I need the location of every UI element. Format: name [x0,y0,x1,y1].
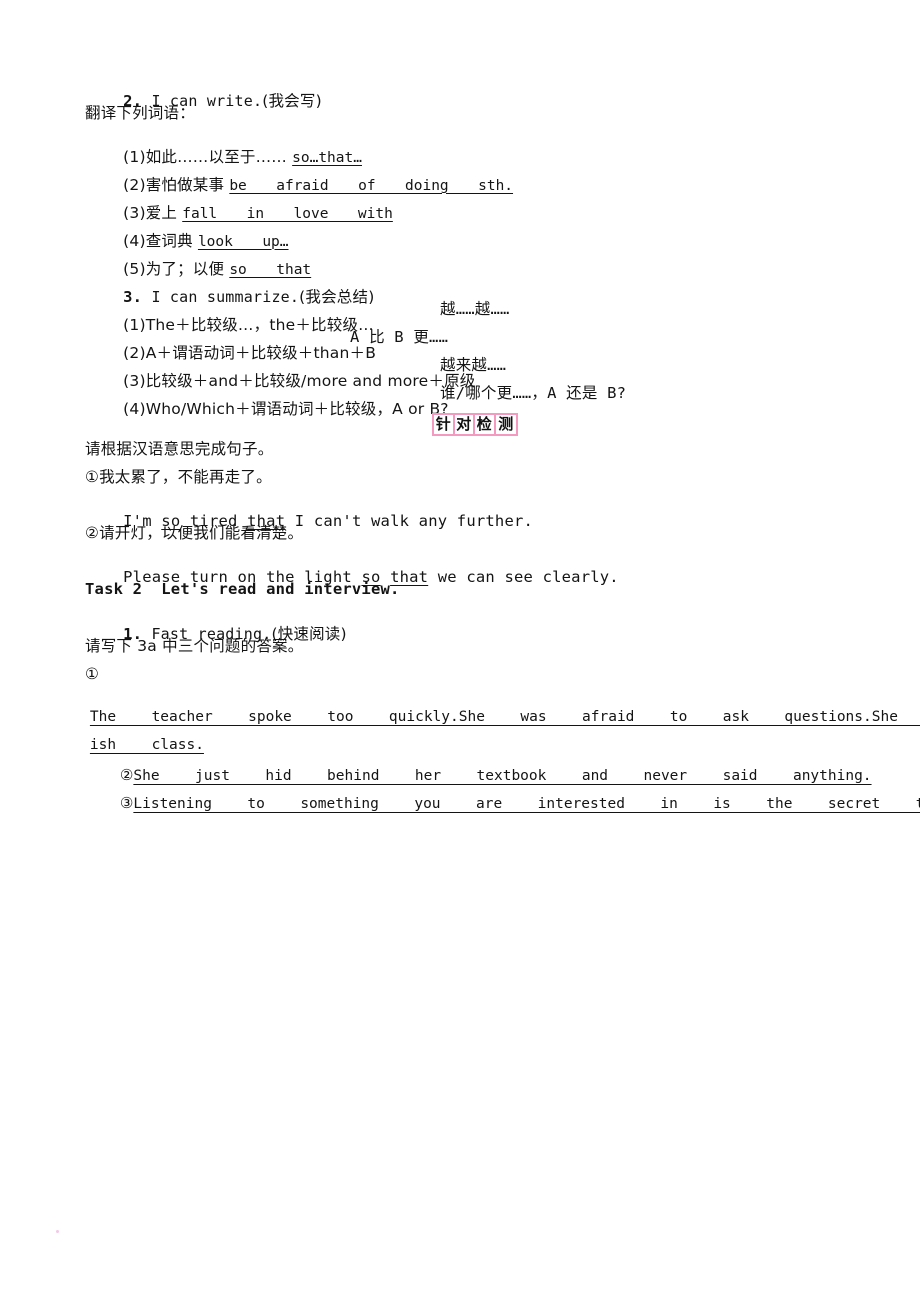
badge-char-2: 对 [455,415,476,434]
practice-item-1-cn: ①我太累了，不能再走了。 [85,468,272,486]
task2-q1-marker: ① [85,665,100,683]
badge-char-3: 检 [475,415,496,434]
section-badge-practice-check: 针 对 检 测 [432,413,518,436]
summarize-rule-4-meaning: 谁/哪个更……，A 还是 B? [440,384,627,402]
badge-char-1: 针 [434,415,455,434]
summarize-rule-4-formula: (4)Who/Which＋谓语动词＋比较级，A or B? [123,399,449,418]
task2-answer-3-text: Listening to something you are intereste… [133,796,920,812]
practice-item-2-cn: ②请开灯，以便我们能看清楚。 [85,524,304,542]
summarize-rule-4: (4)Who/Which＋谓语动词＋比较级，A or B? [85,386,449,433]
can-write-instruction: 翻译下列词语： [85,104,195,122]
task2-answer-3-marker: ③ [119,794,134,812]
task2-title: Task 2 Let's read and interview. [85,580,400,598]
badge-char-4: 测 [498,415,514,433]
task2-answer-3: ③Listening to something you are interest… [85,778,920,828]
practice-1-part-3: I can't walk any further. [285,511,534,530]
summarize-rule-3-meaning: 越来越…… [440,356,507,374]
summarize-rule-2-meaning: A 比 B 更…… [350,328,449,346]
practice-2-part-3: we can see clearly. [428,567,619,586]
task2-instruction: 请写下 3a 中三个问题的答案。 [85,637,304,655]
document-page: 2. I can write.(我会写) 翻译下列词语： (1)如此……以至于…… [0,0,920,1303]
summarize-rule-1-meaning: 越……越…… [440,300,510,318]
scan-artifact-speck [56,1230,59,1233]
can-write-heading-cn: (我会写) [262,91,322,110]
practice-instruction: 请根据汉语意思完成句子。 [85,440,274,458]
task2-answer-1-line-1-text: The teacher spoke too quickly.She was af… [89,709,898,725]
